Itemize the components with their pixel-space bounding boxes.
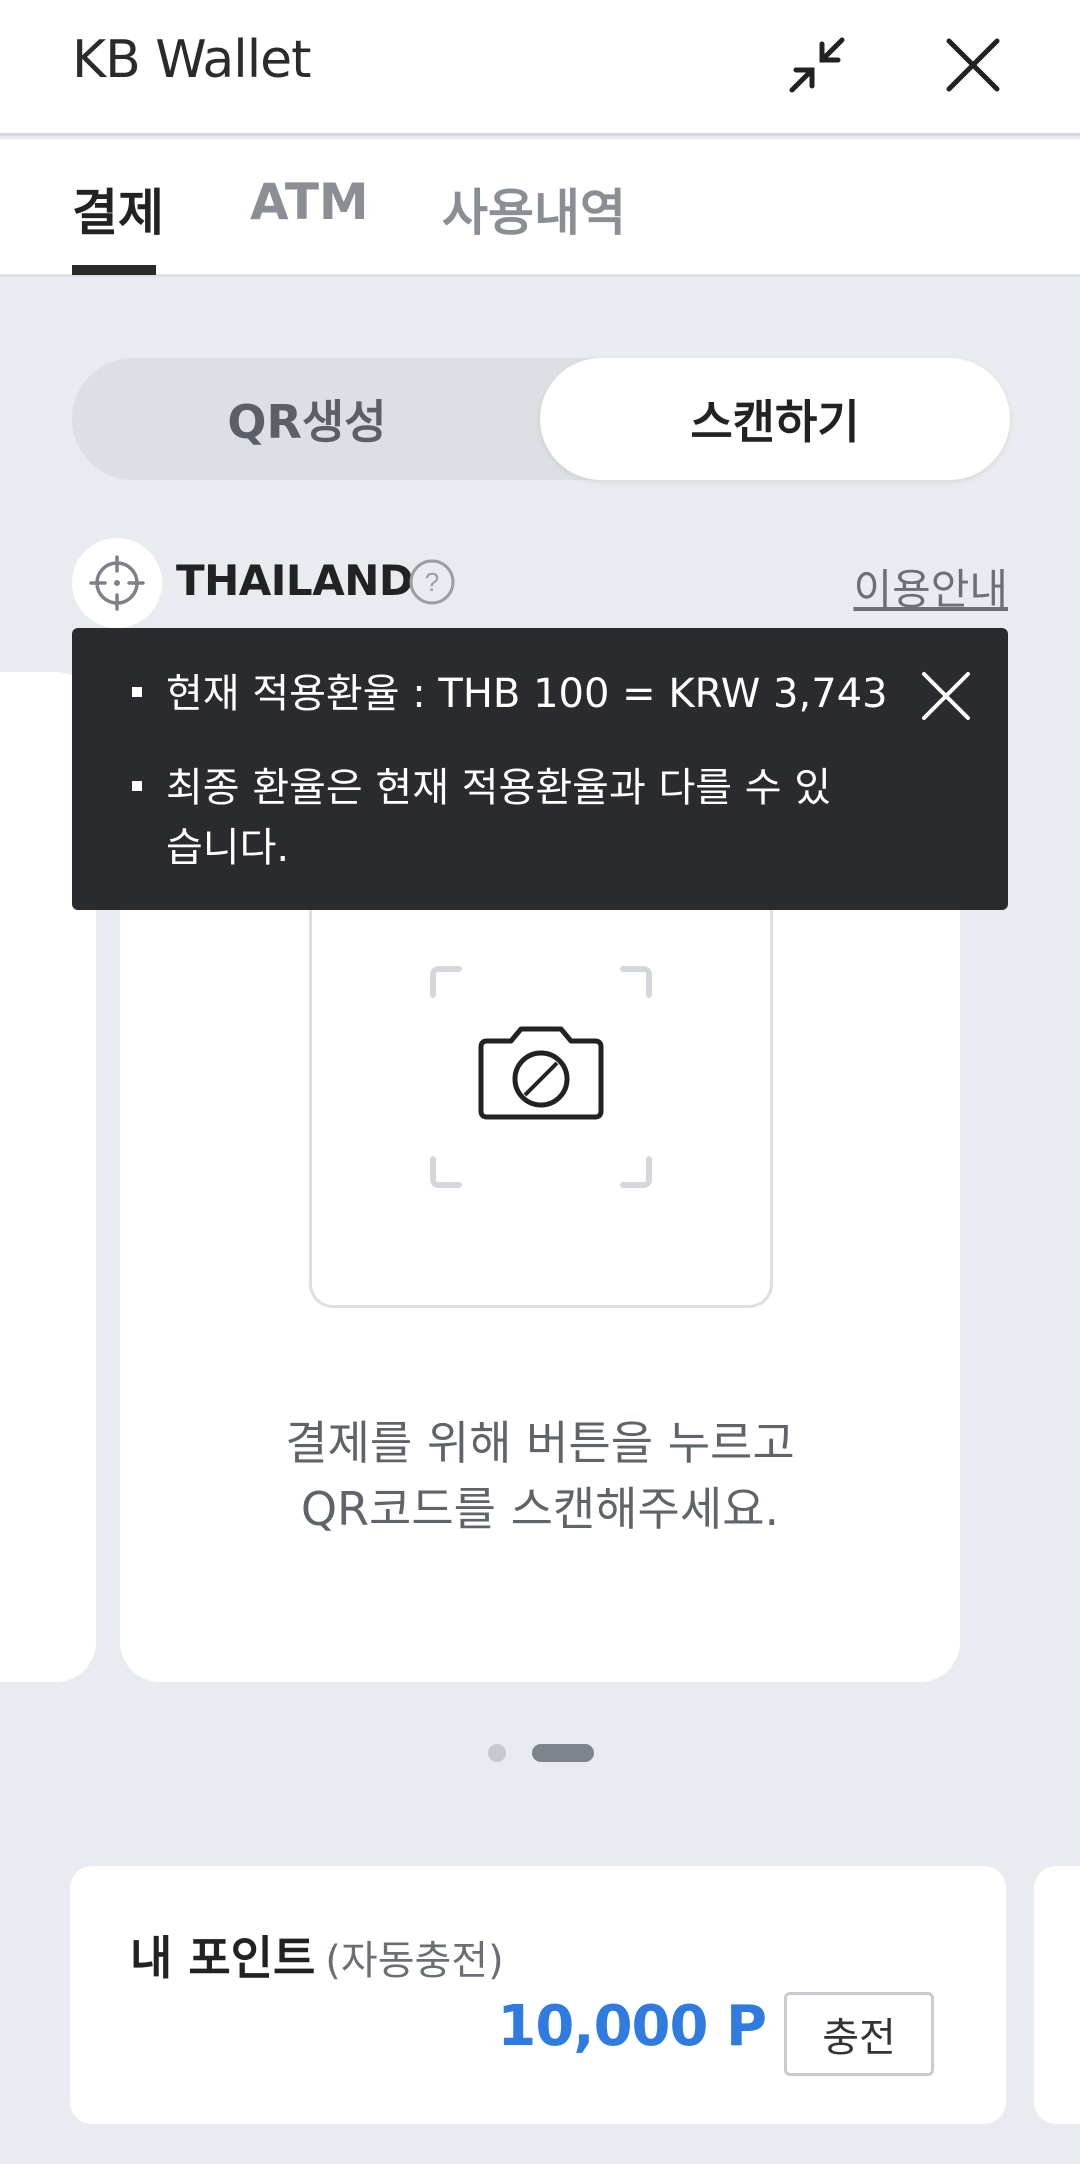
mode-segmented-control: QR생성 스캔하기 <box>72 358 1010 480</box>
points-title: 내 포인트 (자동충전) <box>130 1922 504 1988</box>
tooltip-close-icon[interactable] <box>914 664 978 728</box>
tab-active-indicator <box>72 265 156 275</box>
tab-bar: 결제 ATM 사용내역 <box>0 139 1080 277</box>
next-points-card[interactable] <box>1034 1866 1080 2124</box>
bullet-icon <box>132 781 142 791</box>
close-icon <box>946 38 1000 92</box>
scan-instruction-line2: QR코드를 스캔해주세요. <box>300 1482 780 1536</box>
usage-guide-link[interactable]: 이용안내 <box>853 556 1008 617</box>
help-icon[interactable]: ? <box>408 558 456 606</box>
points-subtitle: (자동충전) <box>325 1938 504 1984</box>
bullet-icon <box>132 687 142 697</box>
exchange-rate-text: 현재 적용환율 : THB 100 = KRW 3,743 <box>166 671 888 717</box>
points-card: 내 포인트 (자동충전) 10,000 P 충전 <box>70 1866 1006 2124</box>
minimize-button[interactable] <box>772 20 862 110</box>
page-dot-1[interactable] <box>488 1744 506 1762</box>
points-title-text: 내 포인트 <box>130 1931 316 1985</box>
points-balance: 10,000 P <box>497 1994 767 2059</box>
tab-payment[interactable]: 결제 <box>72 173 164 245</box>
exchange-rate-tooltip: 현재 적용환율 : THB 100 = KRW 3,743 최종 환율은 현재 … <box>72 628 1008 910</box>
tab-history[interactable]: 사용내역 <box>442 173 626 245</box>
scan-button[interactable]: 스캔하기 <box>540 358 1010 480</box>
minimize-arrows-icon <box>789 37 845 93</box>
rate-disclaimer-text: 최종 환율은 현재 적용환율과 다를 수 있습니다. <box>166 765 832 871</box>
crosshair-icon <box>89 555 145 611</box>
charge-button[interactable]: 충전 <box>784 1992 934 2076</box>
svg-text:?: ? <box>425 567 439 597</box>
country-row: THAILAND ? 이용안내 <box>72 538 1008 628</box>
tab-atm[interactable]: ATM <box>250 173 369 231</box>
scan-instruction-line1: 결제를 위해 버튼을 누르고 <box>285 1416 795 1470</box>
qr-generate-button[interactable]: QR생성 <box>72 358 542 480</box>
app-title: KB Wallet <box>72 30 312 90</box>
camera-icon <box>430 966 652 1188</box>
country-select-button[interactable] <box>72 538 162 628</box>
close-button[interactable] <box>928 20 1018 110</box>
scan-qr-button[interactable] <box>309 862 773 1308</box>
page-dot-2-active[interactable] <box>532 1744 594 1762</box>
country-name: THAILAND <box>176 556 414 605</box>
scan-instruction: 결제를 위해 버튼을 누르고 QR코드를 스캔해주세요. <box>120 1410 960 1542</box>
app-header: KB Wallet <box>0 0 1080 136</box>
